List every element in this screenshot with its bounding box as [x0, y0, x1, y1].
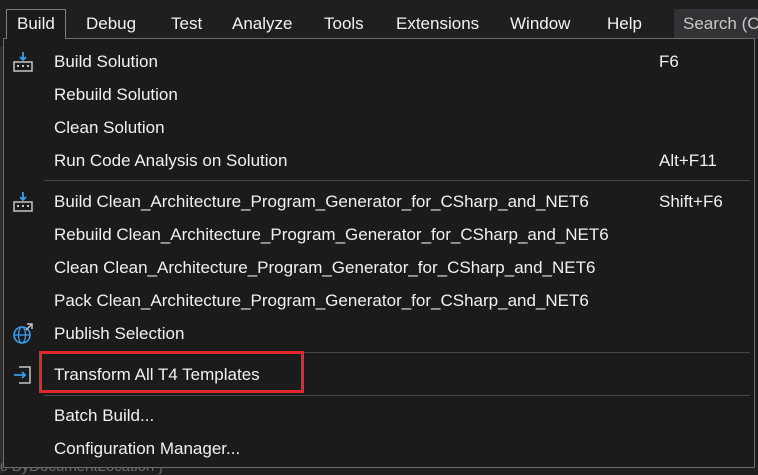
menu-item-batch-build[interactable]: Batch Build...: [4, 399, 754, 432]
menu-item-label: Build Clean_Architecture_Program_Generat…: [54, 192, 589, 211]
menu-separator: [44, 395, 750, 396]
search-input[interactable]: Search (Ct: [674, 9, 758, 39]
menu-test[interactable]: Test: [171, 10, 202, 38]
menu-item-rebuild-project[interactable]: Rebuild Clean_Architecture_Program_Gener…: [4, 218, 754, 251]
menu-item-build-project[interactable]: Build Clean_Architecture_Program_Generat…: [4, 185, 754, 218]
menu-item-transform-t4[interactable]: Transform All T4 Templates: [4, 358, 754, 391]
menu-item-rebuild-solution[interactable]: Rebuild Solution: [4, 78, 754, 111]
menu-item-run-code-analysis[interactable]: Run Code Analysis on Solution Alt+F11: [4, 144, 754, 177]
menu-item-shortcut: Alt+F11: [659, 151, 717, 170]
menu-item-label: Pack Clean_Architecture_Program_Generato…: [54, 291, 589, 310]
menu-separator: [44, 352, 750, 353]
menu-item-shortcut: F6: [659, 52, 679, 71]
menu-item-label: Run Code Analysis on Solution: [54, 151, 288, 170]
menu-item-pack-project[interactable]: Pack Clean_Architecture_Program_Generato…: [4, 284, 754, 317]
menu-item-clean-solution[interactable]: Clean Solution: [4, 111, 754, 144]
transform-icon: [14, 366, 31, 384]
menu-item-configuration-manager[interactable]: Configuration Manager...: [4, 432, 754, 465]
menu-window[interactable]: Window: [510, 10, 570, 38]
menu-item-publish-selection[interactable]: Publish Selection: [4, 317, 754, 350]
menu-help[interactable]: Help: [607, 10, 642, 38]
build-icon: [13, 192, 33, 212]
menu-item-label: Transform All T4 Templates: [54, 365, 260, 384]
menu-tools[interactable]: Tools: [324, 10, 364, 38]
menu-item-label: Configuration Manager...: [54, 439, 241, 458]
menu-build[interactable]: Build: [6, 9, 66, 39]
menu-analyze[interactable]: Analyze: [232, 10, 292, 38]
menu-item-label: Rebuild Clean_Architecture_Program_Gener…: [54, 225, 609, 244]
menu-item-build-solution[interactable]: Build Solution F6: [4, 45, 754, 78]
globe-icon: [13, 323, 33, 344]
menu-item-shortcut: Shift+F6: [659, 192, 723, 211]
menu-item-label: Clean Solution: [54, 118, 165, 137]
menu-item-label: Batch Build...: [54, 406, 155, 425]
menu-item-label: Rebuild Solution: [54, 85, 178, 104]
menu-debug[interactable]: Debug: [86, 10, 136, 38]
menu-separator: [44, 180, 750, 181]
menu-item-clean-project[interactable]: Clean Clean_Architecture_Program_Generat…: [4, 251, 754, 284]
menu-extensions[interactable]: Extensions: [396, 10, 479, 38]
menu-item-label: Build Solution: [54, 52, 158, 71]
build-icon: [13, 52, 33, 72]
menu-item-label: Clean Clean_Architecture_Program_Generat…: [54, 258, 596, 277]
menu-item-label: Publish Selection: [54, 324, 185, 343]
build-menu-dropdown: Build Solution F6 Rebuild Solution Clean…: [3, 38, 755, 468]
